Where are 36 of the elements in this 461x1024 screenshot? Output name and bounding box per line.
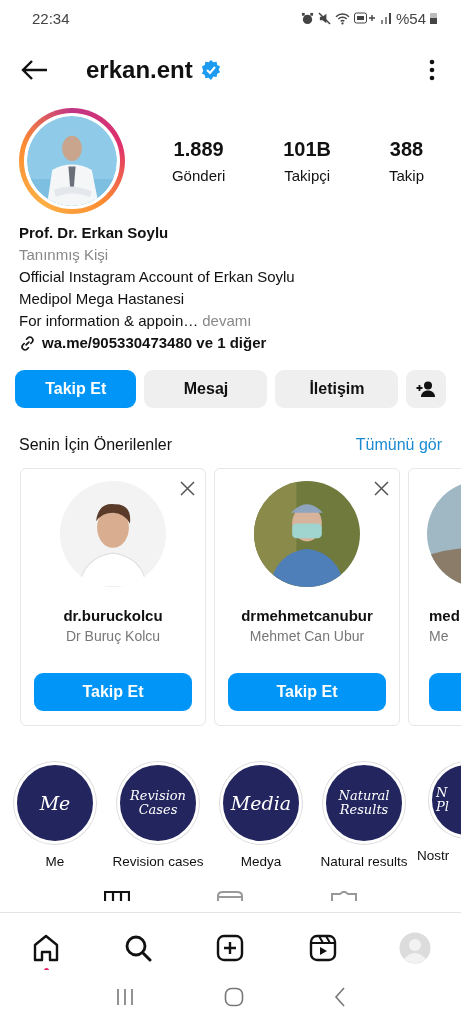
stat-count: 388 xyxy=(389,138,424,161)
category-label: Tanınmış Kişi xyxy=(19,245,109,265)
section-title: Senin İçin Önerilenler xyxy=(19,436,172,454)
action-button[interactable]: Mesaj xyxy=(144,370,268,408)
suggested-username: med xyxy=(429,607,460,624)
website-link[interactable]: wa.me/905330473480 ve 1 diğer xyxy=(42,332,267,354)
highlight-label: Me xyxy=(45,854,65,869)
suggested-username: dr.buruckolcu xyxy=(63,607,163,624)
stat-label: Takipçi xyxy=(284,167,331,184)
clock-time: 22:34 xyxy=(32,9,70,27)
highlight-cover[interactable]: Media xyxy=(220,762,302,844)
suggested-name: Me xyxy=(429,628,449,644)
stat-label: Takip xyxy=(389,167,424,184)
stat-count: 101B xyxy=(283,138,332,161)
stat-label: Gönderi xyxy=(171,167,226,184)
profile-username: erkan.ent xyxy=(86,56,193,84)
see-all-link[interactable]: Tümünü gör xyxy=(355,436,442,454)
suggested-username: drmehmetcanubur xyxy=(241,607,373,624)
stat-count: 1.889 xyxy=(173,138,224,161)
highlight-label: Medya xyxy=(240,854,282,869)
highlight-cover[interactable]: N Pl xyxy=(429,762,461,838)
highlight-cover[interactable]: Me xyxy=(14,762,96,844)
full-name: Prof. Dr. Erkan Soylu xyxy=(19,223,169,243)
highlight-label: Revision cases xyxy=(112,854,204,869)
highlight-cover[interactable]: Natural Results xyxy=(323,762,405,844)
suggested-name: Dr Buruç Kolcu xyxy=(65,628,161,644)
bio-line: Official Instagram Account of Erkan Soylu xyxy=(19,267,295,287)
highlight-label: Natural results xyxy=(320,854,408,869)
action-button[interactable]: İletişim xyxy=(275,370,399,408)
bio-line: For information & appoin… xyxy=(19,311,199,331)
battery-percent: %54 xyxy=(395,9,426,27)
more-link[interactable]: devamı xyxy=(202,310,252,332)
suggested-name: Mehmet Can Ubur xyxy=(249,628,365,644)
highlight-label: Nostr xyxy=(417,848,450,863)
bio-line: Medipol Mega Hastanesi xyxy=(19,289,185,309)
highlight-cover[interactable]: Revision Cases xyxy=(117,762,199,844)
